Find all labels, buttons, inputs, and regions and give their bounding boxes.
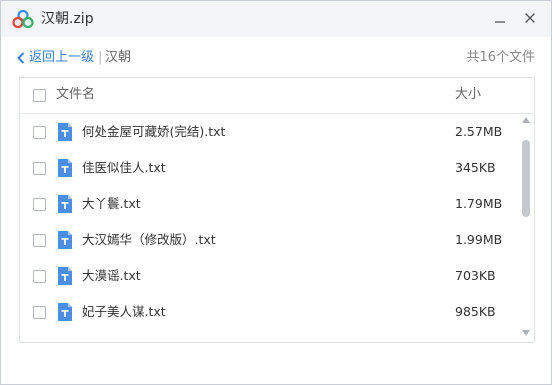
file-name: 大丫鬟.txt (82, 196, 141, 211)
file-row[interactable]: 大丫鬟.txt 1.79MB (20, 186, 520, 222)
column-header-name[interactable]: 文件名 (56, 87, 95, 103)
file-row[interactable]: 大汉嫣华（修改版）.txt 1.99MB (20, 222, 520, 258)
file-size: 1.99MB (455, 232, 503, 247)
txt-file-icon (58, 231, 72, 249)
vertical-scrollbar[interactable] (519, 114, 533, 342)
file-name: 大漠谣.txt (82, 268, 141, 283)
file-row[interactable]: 佳医似佳人.txt 345KB (20, 150, 520, 186)
file-list: 何处金屋可藏娇(完结).txt 2.57MB 佳医似佳人.txt 345KB 大… (20, 114, 520, 342)
file-row-checkbox[interactable] (33, 270, 46, 283)
file-row[interactable]: 妃子美人谋.txt 985KB (20, 294, 520, 330)
file-list-panel: 文件名 大小 何处金屋可藏娇(完结).txt 2.57MB 佳医似佳人.txt … (19, 77, 535, 343)
file-row[interactable]: 大漠谣.txt 703KB (20, 258, 520, 294)
title-bar: 汉朝.zip (1, 1, 551, 37)
file-name: 佳医似佳人.txt (82, 160, 166, 175)
archive-preview-window: 汉朝.zip 返回上一级 | 汉朝 共16个文件 文件名 大小 何处金屋可藏娇(… (0, 0, 552, 385)
minimize-icon (495, 21, 505, 23)
file-name: 何处金屋可藏娇(完结).txt (82, 124, 226, 139)
baidu-netdisk-logo-icon (12, 9, 34, 29)
back-label: 返回上一级 (29, 50, 95, 65)
navigation-bar: 返回上一级 | 汉朝 共16个文件 (1, 45, 551, 71)
breadcrumb-separator: | (98, 50, 103, 65)
txt-file-icon (58, 303, 72, 321)
file-size: 985KB (455, 304, 496, 319)
file-row-checkbox[interactable] (33, 234, 46, 247)
file-size: 2.57MB (455, 124, 503, 139)
file-row-checkbox[interactable] (33, 162, 46, 175)
txt-file-icon (58, 195, 72, 213)
select-all-checkbox[interactable] (33, 89, 46, 102)
file-row-checkbox[interactable] (33, 126, 46, 139)
file-size: 703KB (455, 268, 496, 283)
close-button[interactable] (518, 7, 542, 29)
file-name: 大汉嫣华（修改版）.txt (82, 232, 216, 247)
chevron-left-icon (17, 52, 25, 64)
txt-file-icon (58, 159, 72, 177)
minimize-button[interactable] (488, 7, 512, 29)
scroll-down-arrow-icon[interactable] (522, 330, 530, 336)
scroll-thumb[interactable] (522, 140, 530, 217)
list-header: 文件名 大小 (20, 78, 534, 114)
txt-file-icon (58, 123, 72, 141)
file-row-checkbox[interactable] (33, 306, 46, 319)
back-to-parent-link[interactable]: 返回上一级 (17, 49, 94, 67)
file-name: 妃子美人谋.txt (82, 304, 166, 319)
breadcrumb-current-folder: 汉朝 (105, 50, 132, 65)
file-size: 345KB (455, 160, 496, 175)
file-row[interactable]: 何处金屋可藏娇(完结).txt 2.57MB (20, 114, 520, 150)
window-title: 汉朝.zip (41, 11, 94, 27)
file-count-label: 共16个文件 (466, 50, 535, 65)
file-row-checkbox[interactable] (33, 198, 46, 211)
txt-file-icon (58, 267, 72, 285)
close-icon (525, 13, 535, 23)
scroll-up-arrow-icon[interactable] (522, 117, 530, 123)
file-size: 1.79MB (455, 196, 503, 211)
column-header-size[interactable]: 大小 (455, 87, 481, 103)
